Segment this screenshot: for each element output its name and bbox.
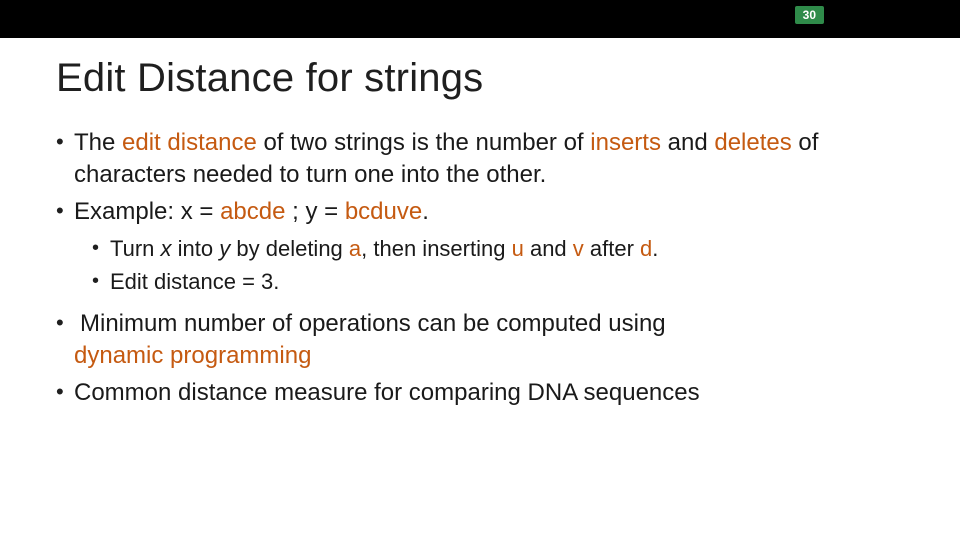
text: ; y = bbox=[285, 198, 344, 225]
text: . bbox=[422, 198, 429, 225]
char-u: u bbox=[512, 236, 530, 261]
text: , then inserting bbox=[361, 236, 511, 261]
sub-bullet-list: Turn x into y by deleting a, then insert… bbox=[92, 234, 904, 298]
value-y: bcduve bbox=[345, 198, 422, 225]
text: Example: x = bbox=[74, 198, 220, 225]
bullet-dp: Minimum number of operations can be comp… bbox=[56, 308, 904, 373]
text: The bbox=[74, 129, 122, 156]
text: of two strings is the number of bbox=[263, 129, 590, 156]
page-number-badge: 30 bbox=[795, 6, 824, 24]
var-x: x bbox=[161, 236, 178, 261]
text: Minimum number of operations can be comp… bbox=[74, 308, 666, 340]
bullet-list: The edit distance of two strings is the … bbox=[56, 127, 904, 409]
text: . bbox=[652, 236, 658, 261]
text: by deleting bbox=[236, 236, 349, 261]
text: Turn bbox=[110, 236, 161, 261]
term-edit-distance: edit distance bbox=[122, 129, 263, 156]
sub-bullet-distance: Edit distance = 3. bbox=[92, 267, 904, 298]
term-inserts: inserts bbox=[590, 129, 661, 156]
text: and bbox=[661, 129, 714, 156]
text: into bbox=[178, 236, 220, 261]
bullet-edit-distance-def: The edit distance of two strings is the … bbox=[56, 127, 904, 192]
var-y: y bbox=[219, 236, 236, 261]
term-deletes: deletes bbox=[714, 129, 791, 156]
bullet-dna: Common distance measure for comparing DN… bbox=[56, 377, 904, 409]
value-x: abcde bbox=[220, 198, 285, 225]
char-v: v bbox=[573, 236, 590, 261]
term-dynamic-programming: dynamic programming bbox=[74, 342, 311, 369]
char-a: a bbox=[349, 236, 361, 261]
slide-content: Edit Distance for strings The edit dista… bbox=[0, 38, 960, 409]
char-d: d bbox=[640, 236, 652, 261]
text: Common distance measure for comparing DN… bbox=[74, 379, 700, 406]
slide-title: Edit Distance for strings bbox=[56, 56, 904, 101]
sub-bullet-turn: Turn x into y by deleting a, then insert… bbox=[92, 234, 904, 265]
text: after bbox=[590, 236, 640, 261]
text: and bbox=[530, 236, 573, 261]
header-bar: 30 bbox=[0, 0, 960, 38]
bullet-example: Example: x = abcde ; y = bcduve. Turn x … bbox=[56, 196, 904, 298]
text: Edit distance = 3. bbox=[110, 269, 279, 294]
